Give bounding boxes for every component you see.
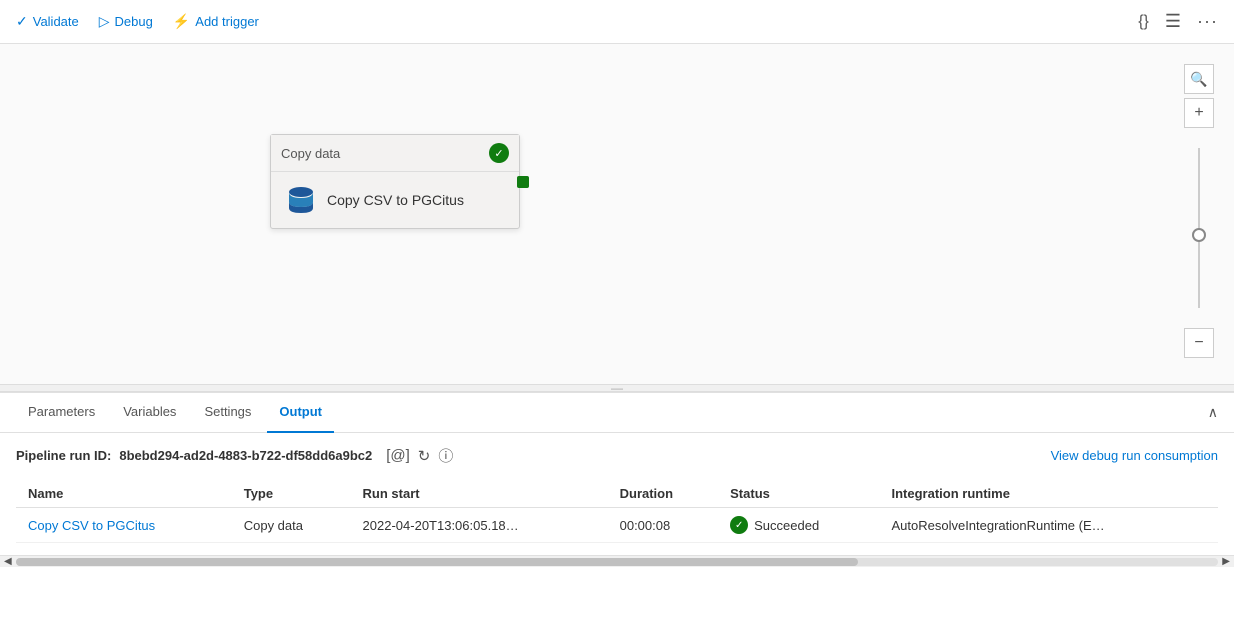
run-table: Name Type Run start Duration Status Inte… (16, 480, 1218, 543)
table-row: Copy CSV to PGCitus Copy data 2022-04-20… (16, 508, 1218, 543)
validate-icon: ✓ (16, 13, 28, 30)
output-content: Pipeline run ID: 8bebd294-ad2d-4883-b722… (0, 433, 1234, 555)
col-type: Type (232, 480, 351, 508)
debug-icon: ▷ (99, 13, 110, 30)
node-header-title: Copy data (281, 146, 340, 161)
info-icon[interactable]: ⓘ (438, 445, 453, 466)
trigger-icon: ⚡ (173, 13, 190, 30)
node-label: Copy CSV to PGCitus (327, 192, 464, 208)
minus-icon: − (1194, 334, 1203, 352)
col-status: Status (718, 480, 879, 508)
more-icon[interactable]: ··· (1197, 11, 1218, 32)
database-icon (285, 184, 317, 216)
pipeline-run-row: Pipeline run ID: 8bebd294-ad2d-4883-b722… (16, 445, 1218, 466)
zoom-slider[interactable] (1184, 128, 1214, 328)
node-success-indicator: ✓ (489, 143, 509, 163)
zoom-thumb[interactable] (1192, 228, 1206, 242)
view-debug-link[interactable]: View debug run consumption (1051, 448, 1218, 463)
tab-variables[interactable]: Variables (111, 393, 188, 433)
add-trigger-button[interactable]: ⚡ Add trigger (173, 13, 259, 30)
plus-icon: + (1194, 104, 1203, 122)
col-duration: Duration (608, 480, 719, 508)
col-run-start: Run start (351, 480, 608, 508)
zoom-in-button[interactable]: + (1184, 98, 1214, 128)
cell-run-start: 2022-04-20T13:06:05.18… (351, 508, 608, 543)
horizontal-scrollbar: ◀ ▶ (0, 555, 1234, 567)
collapse-panel-button[interactable]: ∧ (1208, 404, 1218, 421)
table-header-row: Name Type Run start Duration Status Inte… (16, 480, 1218, 508)
node-body: Copy CSV to PGCitus (271, 172, 519, 228)
cell-type: Copy data (232, 508, 351, 543)
cell-integration-runtime: AutoResolveIntegrationRuntime (E… (879, 508, 1218, 543)
status-success-icon: ✓ (730, 516, 748, 534)
search-icon: 🔍 (1190, 71, 1207, 88)
panel-divider[interactable] (0, 384, 1234, 392)
pipeline-node[interactable]: Copy data ✓ Copy CSV to PGCitus (270, 134, 520, 229)
node-connector (517, 176, 529, 188)
zoom-track (1198, 148, 1200, 308)
scroll-left-button[interactable]: ◀ (4, 556, 12, 567)
add-trigger-label: Add trigger (195, 14, 259, 29)
validate-button[interactable]: ✓ Validate (16, 13, 79, 30)
status-label: Succeeded (754, 518, 819, 533)
col-name: Name (16, 480, 232, 508)
scroll-track[interactable] (16, 558, 1219, 566)
toolbar-right: {} ☰ ··· (1138, 11, 1218, 32)
zoom-out-button[interactable]: − (1184, 328, 1214, 358)
tab-parameters[interactable]: Parameters (16, 393, 107, 433)
pipeline-canvas: Copy data ✓ Copy CSV to PGCitus 🔍 + (0, 44, 1234, 384)
check-icon: ✓ (735, 520, 743, 531)
bottom-panel: Parameters Variables Settings Output ∧ P… (0, 392, 1234, 567)
cell-status: ✓ Succeeded (718, 508, 879, 543)
col-integration-runtime: Integration runtime (879, 480, 1218, 508)
debug-label: Debug (115, 14, 153, 29)
scroll-thumb[interactable] (16, 558, 858, 566)
tab-settings[interactable]: Settings (192, 393, 263, 433)
zoom-search-button[interactable]: 🔍 (1184, 64, 1214, 94)
node-header: Copy data ✓ (271, 135, 519, 172)
pipeline-run-id: 8bebd294-ad2d-4883-b722-df58dd6a9bc2 (119, 448, 372, 463)
zoom-controls: 🔍 + − (1184, 64, 1214, 358)
validate-label: Validate (33, 14, 79, 29)
tab-output[interactable]: Output (267, 393, 334, 433)
scroll-right-button[interactable]: ▶ (1222, 556, 1230, 567)
copy-link-icon[interactable]: [@] (386, 447, 410, 464)
row-name-link[interactable]: Copy CSV to PGCitus (28, 518, 155, 533)
debug-button[interactable]: ▷ Debug (99, 13, 153, 30)
monitor-icon[interactable]: ☰ (1165, 11, 1181, 32)
cell-name[interactable]: Copy CSV to PGCitus (16, 508, 232, 543)
code-icon[interactable]: {} (1138, 13, 1149, 31)
status-success-container: ✓ Succeeded (730, 516, 867, 534)
refresh-icon[interactable]: ↻ (418, 447, 431, 465)
pipeline-run-icons: [@] ↻ ⓘ (386, 445, 453, 466)
tabs-bar: Parameters Variables Settings Output ∧ (0, 393, 1234, 433)
toolbar: ✓ Validate ▷ Debug ⚡ Add trigger {} ☰ ··… (0, 0, 1234, 44)
pipeline-run-label: Pipeline run ID: (16, 448, 111, 463)
cell-duration: 00:00:08 (608, 508, 719, 543)
node-check-icon: ✓ (494, 147, 503, 160)
